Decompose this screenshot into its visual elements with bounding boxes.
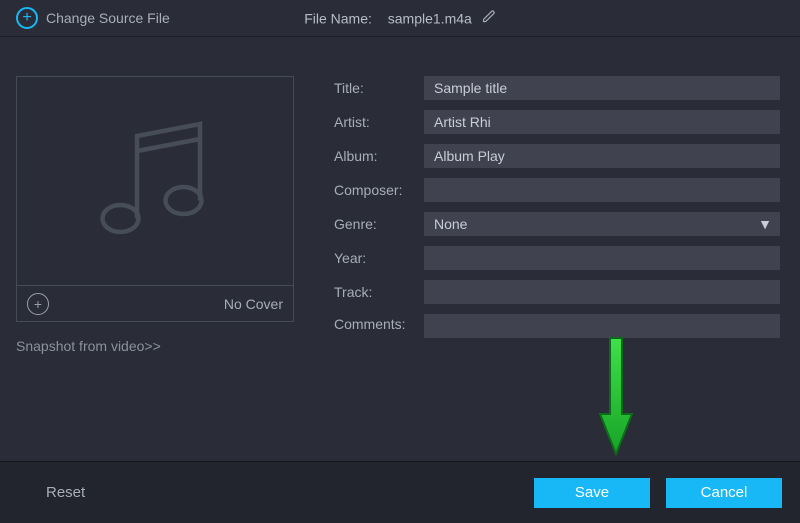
change-source-file-label: Change Source File bbox=[46, 10, 170, 26]
composer-input[interactable] bbox=[424, 178, 780, 202]
comments-label: Comments: bbox=[334, 314, 424, 332]
snapshot-from-video-link[interactable]: Snapshot from video>> bbox=[16, 338, 294, 354]
comments-input[interactable] bbox=[424, 314, 780, 338]
edit-filename-icon[interactable] bbox=[482, 10, 496, 27]
file-name-label: File Name: bbox=[304, 10, 372, 26]
artist-input[interactable] bbox=[424, 110, 780, 134]
genre-select[interactable]: ▼ bbox=[424, 212, 780, 236]
save-button[interactable]: Save bbox=[534, 478, 650, 508]
title-input[interactable] bbox=[424, 76, 780, 100]
plus-circle-icon: + bbox=[16, 7, 38, 29]
file-name-value: sample1.m4a bbox=[388, 10, 472, 26]
album-input[interactable] bbox=[424, 144, 780, 168]
no-cover-label: No Cover bbox=[224, 296, 283, 312]
year-label: Year: bbox=[334, 250, 424, 266]
track-label: Track: bbox=[334, 284, 424, 300]
track-input[interactable] bbox=[424, 280, 780, 304]
music-note-icon bbox=[80, 106, 230, 256]
title-label: Title: bbox=[334, 80, 424, 96]
metadata-form: Title: Artist: Album: Composer: Genre: ▼… bbox=[334, 76, 784, 461]
composer-label: Composer: bbox=[334, 182, 424, 198]
cover-art-placeholder bbox=[17, 77, 293, 285]
year-input[interactable] bbox=[424, 246, 780, 270]
cover-art-box: + No Cover bbox=[16, 76, 294, 322]
file-name-display: File Name: sample1.m4a bbox=[304, 10, 496, 27]
change-source-file-button[interactable]: + Change Source File bbox=[16, 7, 170, 29]
add-cover-button[interactable]: + bbox=[27, 293, 49, 315]
album-label: Album: bbox=[334, 148, 424, 164]
cancel-button[interactable]: Cancel bbox=[666, 478, 782, 508]
genre-value[interactable] bbox=[424, 212, 780, 236]
artist-label: Artist: bbox=[334, 114, 424, 130]
genre-label: Genre: bbox=[334, 216, 424, 232]
reset-button[interactable]: Reset bbox=[18, 476, 113, 509]
